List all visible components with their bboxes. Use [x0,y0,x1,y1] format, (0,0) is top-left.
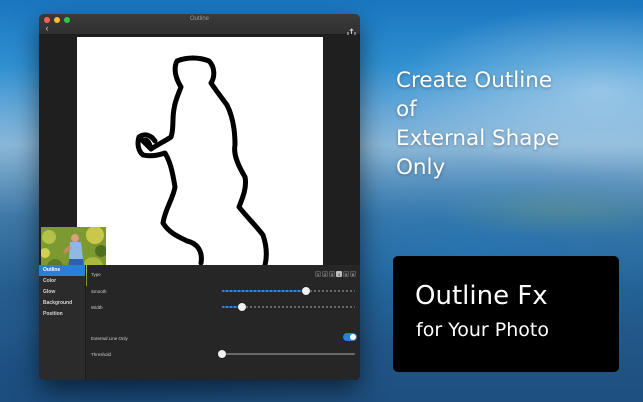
type-option-5[interactable]: 5 [343,271,349,277]
threshold-slider[interactable] [218,350,355,358]
app-window: Outline ‹ Outline Color Glow Background … [39,14,360,380]
export-button[interactable] [347,24,356,37]
back-button[interactable]: ‹ [42,23,52,33]
headline-line-3: External Shape [396,126,560,151]
smooth-slider-knob[interactable] [301,287,310,295]
sidebar-item-glow[interactable]: Glow [39,287,85,298]
width-slider[interactable] [222,303,355,311]
smooth-label: Smooth [91,289,107,294]
toggle-knob [350,334,356,340]
window-title: Outline [189,16,209,22]
sidebar-item-position[interactable]: Position [39,309,85,320]
type-option-4[interactable]: 4 [336,271,342,277]
headline-line-1: Create Outline [396,68,553,93]
chevron-left-icon: ‹ [45,23,49,33]
threshold-slider-knob[interactable] [218,350,226,358]
outline-drawing [135,55,269,268]
type-option-6[interactable]: 6 [350,271,356,277]
promo-box: Outline Fx for Your Photo [393,256,619,372]
type-segmented-control: 1 2 3 4 5 6 [315,271,356,277]
sidebar-item-outline[interactable]: Outline [39,265,85,276]
settings-sidebar: Outline Color Glow Background Position [39,265,86,380]
title-bar: Outline ‹ [39,14,360,37]
preview-area [39,35,360,286]
headline-line-4: Only [396,155,446,180]
promo-subtitle: for Your Photo [416,319,549,341]
promo-headline: Create Outline of External Shape Only [396,66,636,182]
width-label: Width [91,305,103,310]
external-line-label: External Line Only [91,336,128,341]
type-option-2[interactable]: 2 [322,271,328,277]
sidebar-item-color[interactable]: Color [39,276,85,287]
headline-line-2: of [396,97,417,122]
outline-canvas[interactable] [77,37,323,268]
type-label: Type [91,272,101,277]
smooth-slider-fill [222,290,306,292]
type-option-3[interactable]: 3 [329,271,335,277]
sidebar-item-background[interactable]: Background [39,298,85,309]
threshold-label: Threshold [91,352,112,357]
smooth-slider[interactable] [222,287,355,295]
width-slider-knob[interactable] [237,303,246,311]
type-option-1[interactable]: 1 [315,271,321,277]
threshold-slider-track [222,353,355,355]
outline-settings-panel: Type 1 2 3 4 5 6 Smooth Width External L… [87,265,360,380]
external-line-toggle[interactable] [343,333,357,341]
promo-title: Outline Fx [415,281,548,311]
